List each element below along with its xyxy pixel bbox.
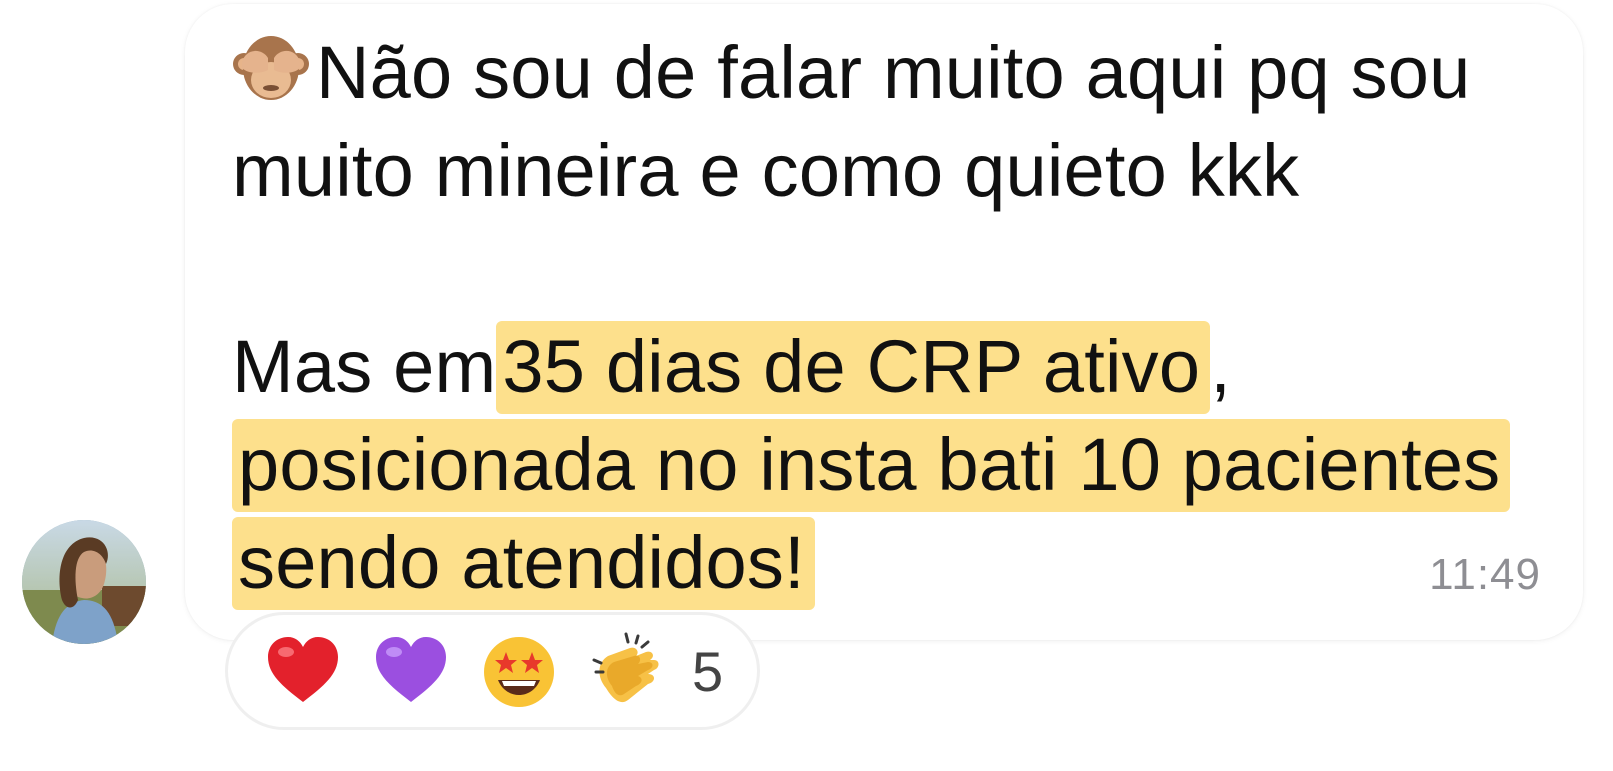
message-line-5: sendo atendidos! — [232, 514, 1552, 612]
message-line-2: muito mineira e como quieto kkk — [232, 129, 1300, 212]
highlight-segment: posicionada no insta bati 10 pacientes — [232, 419, 1511, 512]
message-line-4: posicionada no insta bati 10 pacientes — [232, 416, 1552, 514]
message-line-1: Não sou de falar muito aqui pq sou — [232, 24, 1552, 122]
red-heart-icon — [262, 630, 344, 712]
message-line-3: Mas em35 dias de CRP ativo, — [232, 318, 1552, 416]
clapping-hands-icon — [586, 630, 668, 712]
purple-heart-icon — [370, 630, 452, 712]
reactions-pill[interactable]: 5 — [225, 612, 760, 730]
see-no-evil-monkey-icon — [232, 28, 310, 106]
profile-photo — [22, 520, 146, 644]
star-struck-icon — [478, 630, 560, 712]
highlight-segment: 35 dias de CRP ativo — [496, 321, 1211, 414]
highlight-segment: sendo atendidos! — [232, 517, 815, 610]
avatar[interactable] — [22, 520, 146, 644]
message-text: Não sou de falar muito aqui pq sou muito… — [232, 24, 1552, 612]
message-timestamp: 11:49 — [1429, 550, 1541, 599]
reaction-count: 5 — [692, 639, 724, 703]
